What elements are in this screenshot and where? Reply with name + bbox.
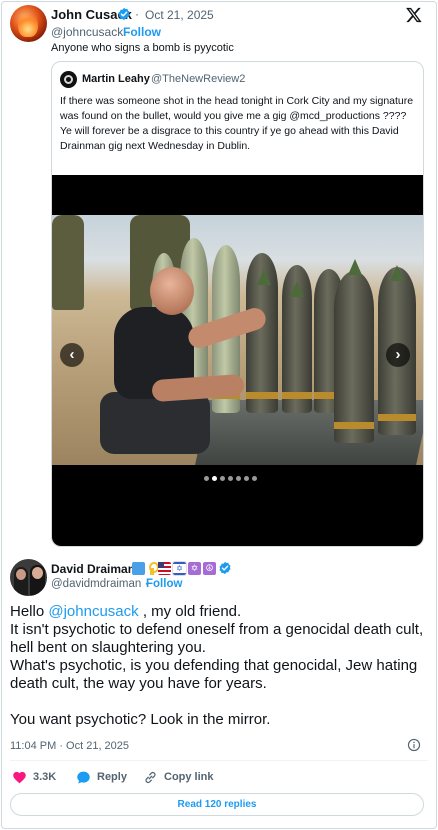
blue-square-emoji: [132, 561, 145, 575]
reply-label: Reply: [97, 771, 127, 783]
info-icon[interactable]: [407, 738, 421, 752]
verified-badge-icon: [219, 561, 231, 575]
follow-button[interactable]: Follow: [146, 578, 182, 590]
separator-dot: ·: [135, 7, 139, 21]
heart-icon: [13, 771, 26, 783]
carousel-dot[interactable]: [244, 476, 249, 481]
author-handle[interactable]: @johncusack ·: [51, 25, 131, 39]
mention-link[interactable]: @johncusack: [48, 603, 138, 620]
reply-timestamp[interactable]: 11:04 PM · Oct 21, 2025: [10, 740, 129, 752]
reply-button[interactable]: Reply: [76, 768, 127, 786]
quoted-author-name: Martin Leahy: [82, 73, 150, 85]
quoted-tweet[interactable]: Martin Leahy @TheNewReview2 If there was…: [51, 61, 424, 547]
carousel-prev-button[interactable]: ‹: [60, 343, 84, 367]
reply-author-name[interactable]: David Draiman: [51, 562, 135, 576]
x-logo-icon[interactable]: [405, 6, 423, 24]
yellow-ribbon-emoji: [147, 561, 159, 575]
like-button[interactable]: 3.3K: [12, 768, 56, 786]
like-count: 3.3K: [33, 771, 57, 783]
carousel-dot[interactable]: [236, 476, 241, 481]
tweet-text: Anyone who signs a bomb is pyycotic: [51, 42, 234, 54]
us-flag-emoji: [158, 561, 171, 575]
martin-leahy-avatar: [60, 71, 77, 88]
tweet-date[interactable]: Oct 21, 2025: [145, 8, 214, 22]
quoted-author-handle: @TheNewReview2: [151, 73, 246, 85]
reply-bubble-icon: [77, 771, 90, 783]
star-of-david-emoji: ✡: [188, 561, 201, 575]
carousel-dot[interactable]: [252, 476, 257, 481]
carousel-dot[interactable]: [212, 476, 217, 481]
copy-link-label: Copy link: [164, 771, 214, 783]
media-carousel[interactable]: ‹ ›: [52, 175, 423, 546]
david-draiman-avatar[interactable]: [10, 559, 47, 596]
read-replies-button[interactable]: Read 120 replies: [10, 793, 424, 816]
reply-author-handle[interactable]: @davidmdraiman ·: [51, 578, 148, 590]
divider: [10, 760, 428, 761]
carousel-dot[interactable]: [228, 476, 233, 481]
quoted-paragraph: If there was someone shot in the head to…: [60, 95, 414, 122]
reply-text: Hello @johncusack , my old friend. It is…: [10, 603, 424, 728]
name-emojis: ✡ ✡ ☮: [132, 560, 232, 576]
israel-flag-emoji: ✡: [172, 560, 187, 576]
carousel-next-button[interactable]: ›: [386, 343, 410, 367]
link-icon: [145, 771, 156, 783]
quoted-tweet-text: If there was someone shot in the head to…: [60, 94, 416, 154]
follow-button[interactable]: Follow: [123, 25, 161, 39]
verified-badge-icon: [118, 7, 130, 21]
carousel-pagination-dots[interactable]: [200, 475, 261, 483]
carousel-dot[interactable]: [204, 476, 209, 481]
carousel-dot[interactable]: [220, 476, 225, 481]
john-cusack-avatar[interactable]: [10, 5, 47, 42]
quoted-paragraph: Ye will forever be a disgrace to this co…: [60, 125, 399, 152]
copy-link-button[interactable]: Copy link: [143, 768, 214, 786]
peace-symbol-emoji: ☮: [203, 561, 216, 575]
carousel-photo[interactable]: [52, 215, 423, 465]
